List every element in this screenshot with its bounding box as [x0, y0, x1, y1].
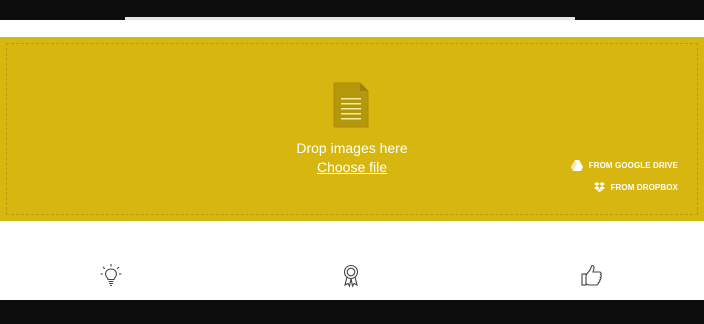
document-icon: [333, 82, 369, 128]
lightbulb-icon: [100, 264, 122, 287]
from-google-drive-button[interactable]: FROM GOOGLE DRIVE: [570, 160, 678, 171]
award-ribbon-icon: [343, 264, 359, 288]
dropbox-icon: [593, 182, 605, 192]
image-dropzone[interactable]: Drop images here Choose file FROM GOOGLE…: [0, 37, 704, 221]
drop-images-label: Drop images here: [296, 140, 408, 156]
from-dropbox-button[interactable]: FROM DROPBOX: [593, 182, 678, 192]
dropbox-label: FROM DROPBOX: [610, 182, 678, 192]
google-drive-label: FROM GOOGLE DRIVE: [588, 161, 678, 170]
thumbs-up-icon: [581, 264, 602, 286]
google-drive-icon: [570, 160, 583, 171]
